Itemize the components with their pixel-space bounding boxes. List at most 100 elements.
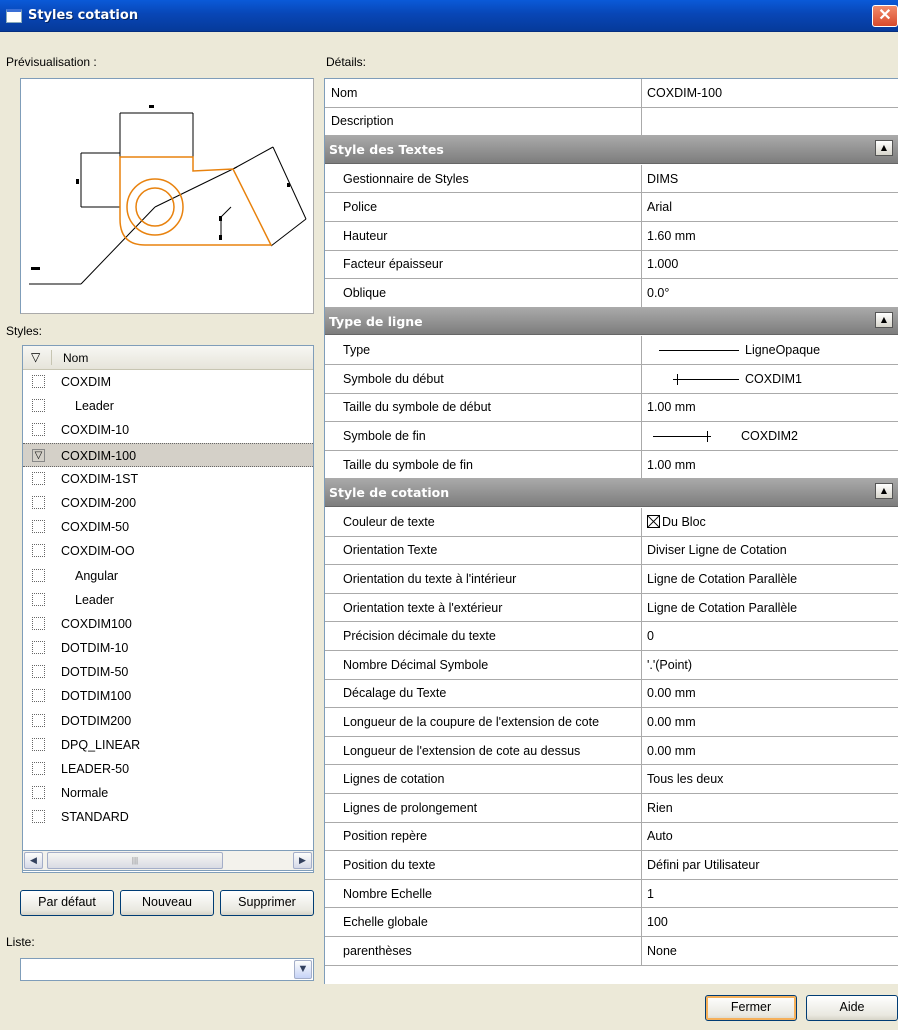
property-row[interactable]: Taille du symbole de fin 1.00 mm <box>325 450 898 480</box>
item-checkbox[interactable] <box>32 471 45 485</box>
list-horizontal-scrollbar[interactable]: ◀ ||| ▶ <box>22 850 314 871</box>
property-row[interactable]: Orientation texte à l'extérieur Ligne de … <box>325 593 898 623</box>
section-header[interactable]: Style des Textes ▲ <box>325 136 898 164</box>
item-checkbox[interactable] <box>32 375 45 388</box>
list-item[interactable]: DOTDIM100 <box>23 684 313 708</box>
styles-list[interactable]: ▽ Nom COXDIM Leader COXDIM-10 ▽ COXDIM-100 CO… <box>22 345 314 873</box>
list-item[interactable]: DPQ_LINEAR <box>23 733 313 757</box>
property-value[interactable]: Auto <box>647 823 673 851</box>
property-row[interactable]: Nom COXDIM-100 <box>325 79 898 108</box>
property-value[interactable]: 1.00 mm <box>647 451 696 479</box>
property-value[interactable]: 0.0° <box>647 279 669 307</box>
item-checkbox[interactable] <box>32 737 45 751</box>
scroll-thumb[interactable]: ||| <box>47 852 223 869</box>
property-value[interactable]: 1.00 mm <box>647 394 696 422</box>
property-value[interactable]: Ligne de Cotation Parallèle <box>647 565 797 593</box>
property-row[interactable]: Symbole de fin COXDIM2 <box>325 422 898 451</box>
item-checkbox[interactable] <box>32 641 45 655</box>
list-item[interactable]: Leader <box>23 588 313 612</box>
list-item[interactable]: STANDARD <box>23 805 313 829</box>
item-checkbox[interactable] <box>32 495 45 509</box>
chevron-down-icon[interactable]: ▼ <box>294 960 312 979</box>
property-value[interactable]: 1 <box>647 880 654 908</box>
list-item[interactable]: COXDIM-1ST <box>23 467 313 491</box>
default-button[interactable]: Par défaut <box>20 890 114 916</box>
property-row[interactable]: Police Arial <box>325 193 898 222</box>
property-value[interactable]: Ligne de Cotation Parallèle <box>647 594 797 622</box>
property-value[interactable]: Tous les deux <box>647 765 723 793</box>
collapse-icon[interactable]: ▲ <box>875 311 893 328</box>
property-row[interactable]: Longueur de l'extension de cote au dessu… <box>325 736 898 766</box>
property-row[interactable]: Couleur de texte Du Bloc <box>325 508 898 537</box>
property-row[interactable]: Décalage du Texte 0.00 mm <box>325 679 898 709</box>
filter-icon[interactable]: ▽ <box>32 448 45 462</box>
property-row[interactable]: Taille du symbole de début 1.00 mm <box>325 393 898 423</box>
property-row[interactable]: Description <box>325 107 898 137</box>
list-item[interactable]: Normale <box>23 781 313 805</box>
list-item[interactable]: COXDIM100 <box>23 612 313 636</box>
property-row[interactable]: Orientation Texte Diviser Ligne de Cotati… <box>325 536 898 566</box>
property-value[interactable]: COXDIM2 <box>647 422 798 450</box>
list-item[interactable]: COXDIM-OO <box>23 539 313 563</box>
property-value[interactable]: LigneOpaque <box>647 336 820 364</box>
item-checkbox[interactable] <box>32 544 45 558</box>
property-row[interactable]: Echelle globale 100 <box>325 908 898 937</box>
item-checkbox[interactable] <box>32 762 45 775</box>
list-item[interactable]: COXDIM <box>23 370 313 394</box>
property-row[interactable]: Nombre Echelle 1 <box>325 879 898 909</box>
property-value[interactable]: 1.000 <box>647 251 678 279</box>
delete-button[interactable]: Supprimer <box>220 890 314 916</box>
property-row[interactable]: Facteur épaisseur 1.000 <box>325 250 898 280</box>
list-item[interactable]: DOTDIM-10 <box>23 636 313 660</box>
property-row[interactable]: Lignes de cotation Tous les deux <box>325 765 898 794</box>
column-header-name[interactable]: Nom <box>63 351 88 365</box>
item-checkbox[interactable] <box>32 616 45 630</box>
property-row[interactable]: Type LigneOpaque <box>325 336 898 365</box>
item-checkbox[interactable] <box>32 665 45 679</box>
list-item[interactable]: COXDIM-200 <box>23 491 313 515</box>
list-item[interactable]: ▽ COXDIM-100 <box>23 442 313 467</box>
property-value[interactable]: Défini par Utilisateur <box>647 851 760 879</box>
list-item[interactable]: DOTDIM-50 <box>23 660 313 684</box>
close-window-button[interactable]: ✕ <box>872 5 898 27</box>
property-value[interactable]: COXDIM1 <box>647 365 802 393</box>
property-row[interactable]: Longueur de la coupure de l'extension de… <box>325 708 898 737</box>
property-value[interactable]: Rien <box>647 794 673 822</box>
property-value[interactable]: 0 <box>647 622 654 650</box>
filter-icon[interactable]: ▽ <box>31 350 40 364</box>
property-row[interactable]: Nombre Décimal Symbole '.'(Point) <box>325 651 898 680</box>
property-value[interactable]: 1.60 mm <box>647 222 696 250</box>
item-checkbox[interactable] <box>32 568 45 582</box>
section-header[interactable]: Style de cotation ▲ <box>325 479 898 507</box>
list-item[interactable]: LEADER-50 <box>23 757 313 781</box>
close-button[interactable]: Fermer <box>705 995 797 1021</box>
scroll-left-icon[interactable]: ◀ <box>24 852 43 869</box>
property-value[interactable]: 0.00 mm <box>647 737 696 765</box>
scroll-right-icon[interactable]: ▶ <box>293 852 312 869</box>
property-row[interactable]: Lignes de prolongement Rien <box>325 794 898 823</box>
collapse-icon[interactable]: ▲ <box>875 483 893 500</box>
property-value[interactable]: '.'(Point) <box>647 651 692 679</box>
property-value[interactable]: Du Bloc <box>647 508 706 536</box>
property-row[interactable]: Oblique 0.0° <box>325 279 898 308</box>
liste-dropdown[interactable]: ▼ <box>20 958 314 981</box>
list-item[interactable]: COXDIM-10 <box>23 418 313 442</box>
list-item[interactable]: Angular <box>23 564 313 588</box>
item-checkbox[interactable] <box>32 399 45 413</box>
property-row[interactable]: Hauteur 1.60 mm <box>325 222 898 251</box>
item-checkbox[interactable] <box>32 592 45 606</box>
item-checkbox[interactable] <box>32 713 45 727</box>
list-item[interactable]: COXDIM-50 <box>23 515 313 539</box>
new-button[interactable]: Nouveau <box>120 890 214 916</box>
section-header[interactable]: Type de ligne ▲ <box>325 307 898 336</box>
property-value[interactable]: 100 <box>647 908 668 936</box>
property-value[interactable]: None <box>647 937 677 965</box>
item-checkbox[interactable] <box>32 810 45 824</box>
property-value[interactable]: DIMS <box>647 165 678 193</box>
item-checkbox[interactable] <box>32 520 45 534</box>
property-row[interactable]: Position du texte Défini par Utilisateur <box>325 851 898 880</box>
property-value[interactable]: 0.00 mm <box>647 680 696 708</box>
property-row[interactable]: Position repère Auto <box>325 822 898 852</box>
property-value[interactable]: COXDIM-100 <box>647 79 722 107</box>
property-row[interactable]: Précision décimale du texte 0 <box>325 622 898 651</box>
